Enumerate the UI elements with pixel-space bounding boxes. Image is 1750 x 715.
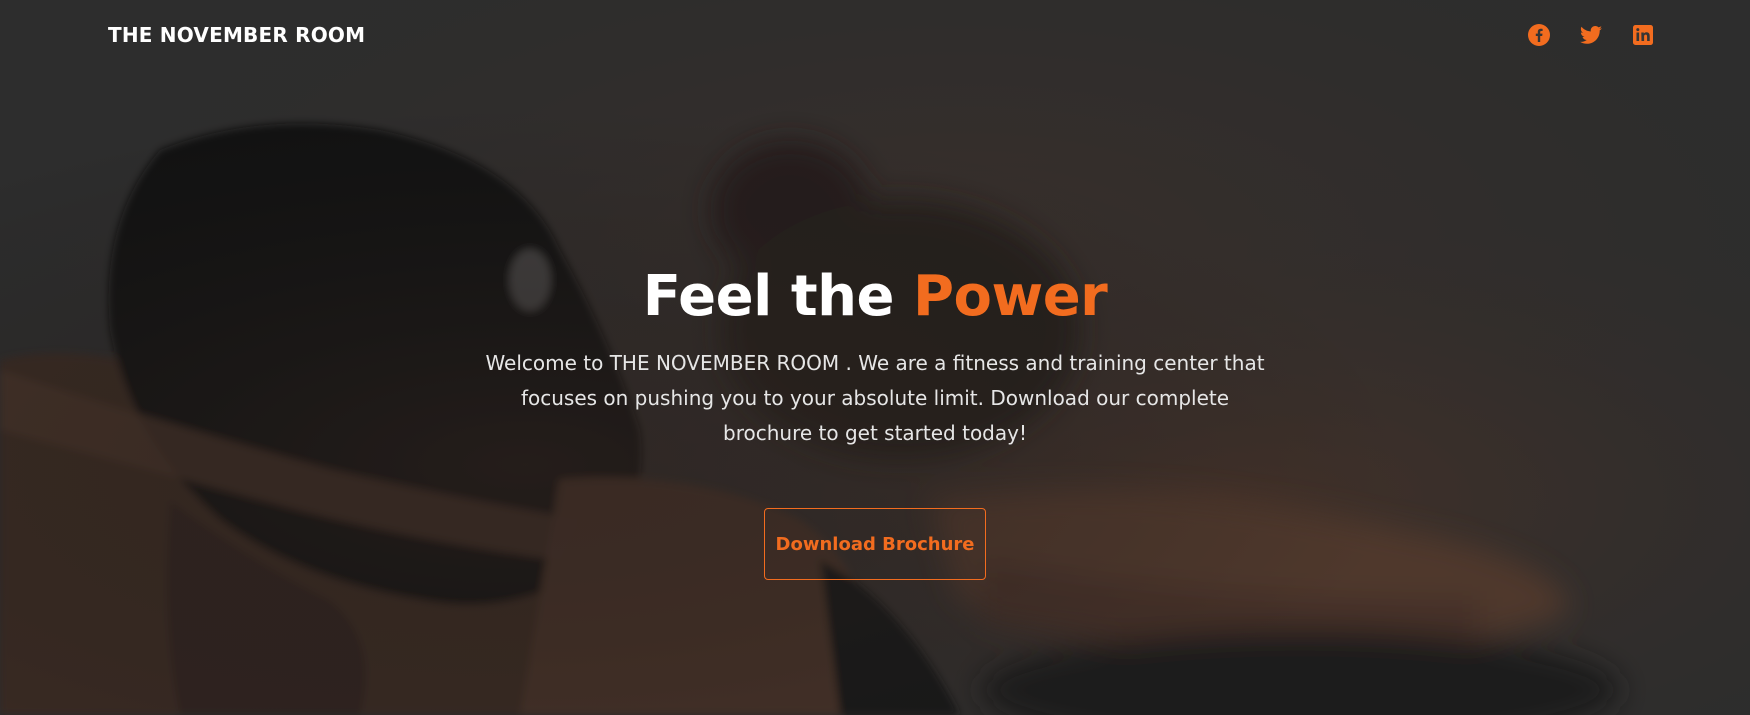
headline-prefix: Feel the	[642, 264, 895, 329]
hero-section: THE NOVEMBER ROOM Feel the Power Welcome…	[0, 0, 1750, 715]
hero-headline: Feel the Power	[0, 262, 1750, 332]
twitter-icon[interactable]	[1579, 23, 1603, 47]
hero-content: Feel the Power Welcome to THE NOVEMBER R…	[0, 262, 1750, 580]
download-brochure-button[interactable]: Download Brochure	[764, 508, 986, 580]
top-navbar: THE NOVEMBER ROOM	[0, 0, 1750, 70]
linkedin-icon[interactable]	[1631, 23, 1655, 47]
facebook-icon[interactable]	[1527, 23, 1551, 47]
social-links	[1527, 23, 1655, 47]
hero-description: Welcome to THE NOVEMBER ROOM . We are a …	[485, 351, 1265, 445]
headline-accent: Power	[912, 264, 1108, 329]
brand-logo-text[interactable]: THE NOVEMBER ROOM	[108, 23, 365, 47]
